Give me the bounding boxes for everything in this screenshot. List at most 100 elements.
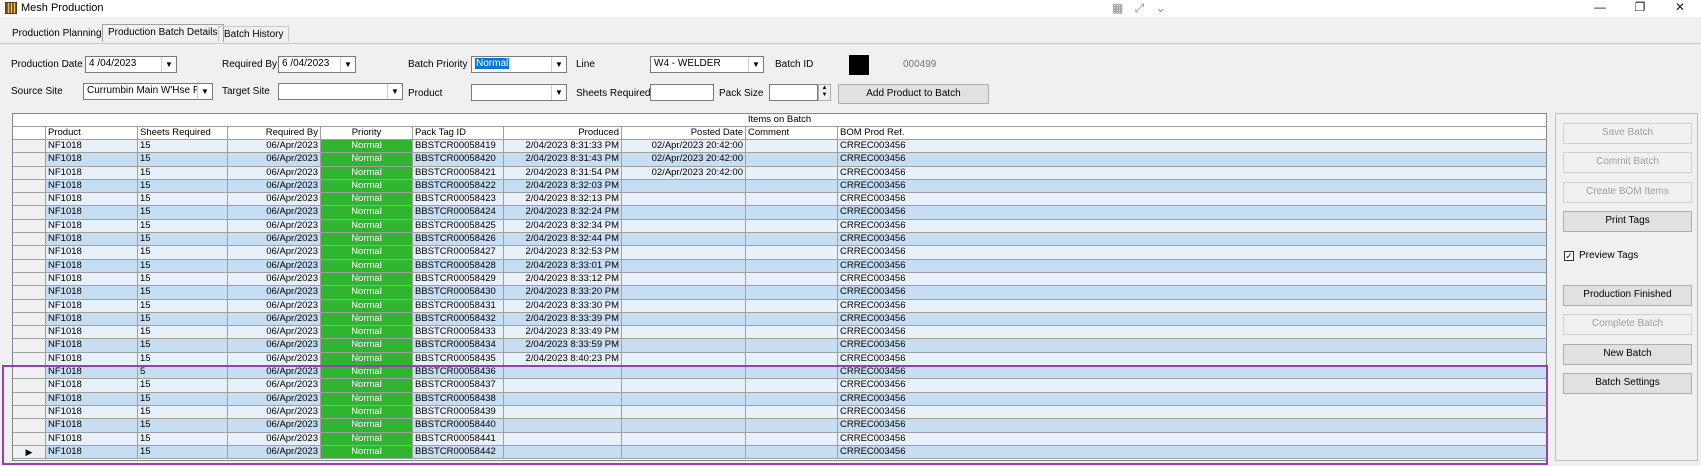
cell-sheets-required[interactable]: 15 bbox=[138, 179, 228, 194]
source-site-select[interactable]: Currumbin Main W'Hse Fa ▼ bbox=[83, 83, 213, 100]
cell-product[interactable]: NF1018 bbox=[46, 140, 138, 154]
col-header-comment[interactable]: Comment bbox=[746, 127, 838, 140]
cell-sheets-required[interactable]: 15 bbox=[138, 206, 228, 220]
cell-required-by[interactable]: 06/Apr/2023 bbox=[228, 166, 321, 180]
cell-posted-date[interactable] bbox=[622, 206, 746, 220]
chevron-down-icon[interactable]: ▼ bbox=[340, 57, 355, 72]
cell-bom-prod-ref[interactable]: CRREC003456 bbox=[838, 326, 1546, 340]
cell-sheets-required[interactable]: 15 bbox=[138, 326, 228, 340]
cell-required-by[interactable]: 06/Apr/2023 bbox=[228, 219, 321, 234]
cell-product[interactable]: NF1018 bbox=[46, 419, 138, 433]
cell-produced[interactable]: 2/04/2023 8:33:39 PM bbox=[504, 312, 622, 327]
close-button[interactable]: ✕ bbox=[1665, 0, 1695, 16]
restore-button[interactable]: ❐ bbox=[1625, 0, 1655, 16]
tab-batch-history[interactable]: Batch History bbox=[218, 26, 290, 42]
cell-product[interactable]: NF1018 bbox=[46, 246, 138, 260]
cell-posted-date[interactable] bbox=[622, 326, 746, 340]
cell-pack-tag-id[interactable]: BBSTCR00058441 bbox=[413, 432, 504, 446]
cell-produced[interactable]: 2/04/2023 8:33:01 PM bbox=[504, 259, 622, 273]
cell-product[interactable]: NF1018 bbox=[46, 193, 138, 207]
cell-produced[interactable]: 2/04/2023 8:33:20 PM bbox=[504, 286, 622, 300]
cell-produced[interactable]: 2/04/2023 8:32:24 PM bbox=[504, 206, 622, 220]
cell-produced[interactable]: 2/04/2023 8:32:34 PM bbox=[504, 219, 622, 234]
col-header-produced[interactable]: Produced bbox=[504, 127, 622, 140]
cell-produced[interactable]: 2/04/2023 8:33:49 PM bbox=[504, 326, 622, 340]
cell-required-by[interactable]: 06/Apr/2023 bbox=[228, 246, 321, 260]
table-row[interactable]: NF1018 15 06/Apr/2023 Normal BBSTCR00058428 2… bbox=[13, 259, 1546, 273]
cell-bom-prod-ref[interactable]: CRREC003456 bbox=[838, 219, 1546, 234]
cell-posted-date[interactable] bbox=[622, 379, 746, 393]
cell-priority[interactable]: Normal bbox=[321, 339, 413, 353]
cell-posted-date[interactable] bbox=[622, 179, 746, 194]
batch-color-swatch[interactable] bbox=[849, 55, 869, 75]
cell-sheets-required[interactable]: 15 bbox=[138, 312, 228, 327]
table-row[interactable]: NF1018 15 06/Apr/2023 Normal BBSTCR00058423 2… bbox=[13, 193, 1546, 207]
cell-pack-tag-id[interactable]: BBSTCR00058434 bbox=[413, 339, 504, 353]
cell-required-by[interactable]: 06/Apr/2023 bbox=[228, 206, 321, 220]
cell-produced[interactable] bbox=[504, 366, 622, 380]
cell-product[interactable]: NF1018 bbox=[46, 299, 138, 313]
batch-settings-button[interactable]: Batch Settings bbox=[1563, 373, 1692, 394]
cell-bom-prod-ref[interactable]: CRREC003456 bbox=[838, 445, 1546, 460]
row-header[interactable] bbox=[13, 366, 46, 380]
cell-posted-date[interactable] bbox=[622, 272, 746, 287]
cell-bom-prod-ref[interactable]: CRREC003456 bbox=[838, 153, 1546, 167]
row-header[interactable] bbox=[13, 206, 46, 220]
cell-product[interactable]: NF1018 bbox=[46, 366, 138, 380]
cell-pack-tag-id[interactable]: BBSTCR00058420 bbox=[413, 153, 504, 167]
production-finished-button[interactable]: Production Finished bbox=[1563, 285, 1692, 306]
cell-product[interactable]: NF1018 bbox=[46, 326, 138, 340]
cell-posted-date[interactable] bbox=[622, 419, 746, 433]
cell-required-by[interactable]: 06/Apr/2023 bbox=[228, 366, 321, 380]
cell-comment[interactable] bbox=[746, 419, 838, 433]
col-header-bom-prod-ref[interactable]: BOM Prod Ref. bbox=[838, 127, 1546, 140]
cell-comment[interactable] bbox=[746, 432, 838, 446]
table-row[interactable]: NF1018 15 06/Apr/2023 Normal BBSTCR00058424 2… bbox=[13, 206, 1546, 220]
cell-bom-prod-ref[interactable]: CRREC003456 bbox=[838, 379, 1546, 393]
table-row[interactable]: NF1018 15 06/Apr/2023 Normal BBSTCR00058419 2… bbox=[13, 140, 1546, 154]
cell-required-by[interactable]: 06/Apr/2023 bbox=[228, 352, 321, 367]
cell-pack-tag-id[interactable]: BBSTCR00058426 bbox=[413, 233, 504, 247]
row-header[interactable] bbox=[13, 153, 46, 167]
cell-produced[interactable] bbox=[504, 432, 622, 446]
complete-batch-button[interactable]: Complete Batch bbox=[1563, 314, 1692, 335]
cell-bom-prod-ref[interactable]: CRREC003456 bbox=[838, 140, 1546, 154]
cell-pack-tag-id[interactable]: BBSTCR00058435 bbox=[413, 352, 504, 367]
cell-comment[interactable] bbox=[746, 233, 838, 247]
table-row[interactable]: NF1018 15 06/Apr/2023 Normal BBSTCR00058432 2… bbox=[13, 312, 1546, 327]
cell-posted-date[interactable] bbox=[622, 312, 746, 327]
minimize-button[interactable]: — bbox=[1585, 0, 1615, 16]
cell-sheets-required[interactable]: 15 bbox=[138, 445, 228, 460]
cell-product[interactable]: NF1018 bbox=[46, 219, 138, 234]
cell-bom-prod-ref[interactable]: CRREC003456 bbox=[838, 206, 1546, 220]
cell-pack-tag-id[interactable]: BBSTCR00058427 bbox=[413, 246, 504, 260]
title-tools-icons[interactable]: ▦ ⤢ ⌄ bbox=[1112, 1, 1170, 16]
cell-priority[interactable]: Normal bbox=[321, 352, 413, 367]
table-row[interactable]: NF1018 15 06/Apr/2023 Normal BBSTCR00058426 2… bbox=[13, 233, 1546, 247]
cell-bom-prod-ref[interactable]: CRREC003456 bbox=[838, 286, 1546, 300]
cell-required-by[interactable]: 06/Apr/2023 bbox=[228, 193, 321, 207]
cell-bom-prod-ref[interactable]: CRREC003456 bbox=[838, 339, 1546, 353]
cell-bom-prod-ref[interactable]: CRREC003456 bbox=[838, 272, 1546, 287]
chevron-down-icon[interactable]: ▼ bbox=[387, 84, 402, 99]
row-header[interactable] bbox=[13, 246, 46, 260]
row-header[interactable] bbox=[13, 392, 46, 406]
cell-bom-prod-ref[interactable]: CRREC003456 bbox=[838, 179, 1546, 194]
cell-sheets-required[interactable]: 15 bbox=[138, 166, 228, 180]
cell-produced[interactable]: 2/04/2023 8:32:53 PM bbox=[504, 246, 622, 260]
cell-priority[interactable]: Normal bbox=[321, 286, 413, 300]
cell-product[interactable]: NF1018 bbox=[46, 206, 138, 220]
cell-required-by[interactable]: 06/Apr/2023 bbox=[228, 286, 321, 300]
table-row[interactable]: NF1018 15 06/Apr/2023 Normal BBSTCR00058427 2… bbox=[13, 246, 1546, 260]
row-header[interactable] bbox=[13, 259, 46, 273]
cell-bom-prod-ref[interactable]: CRREC003456 bbox=[838, 366, 1546, 380]
table-row[interactable]: NF1018 15 06/Apr/2023 Normal BBSTCR00058431 2… bbox=[13, 299, 1546, 313]
cell-product[interactable]: NF1018 bbox=[46, 432, 138, 446]
cell-comment[interactable] bbox=[746, 140, 838, 154]
cell-produced[interactable]: 2/04/2023 8:33:30 PM bbox=[504, 299, 622, 313]
cell-comment[interactable] bbox=[746, 179, 838, 194]
save-batch-button[interactable]: Save Batch bbox=[1563, 123, 1692, 144]
cell-sheets-required[interactable]: 15 bbox=[138, 299, 228, 313]
table-row[interactable]: NF1018 15 06/Apr/2023 Normal BBSTCR00058437 C… bbox=[13, 379, 1546, 393]
row-header[interactable] bbox=[13, 419, 46, 433]
